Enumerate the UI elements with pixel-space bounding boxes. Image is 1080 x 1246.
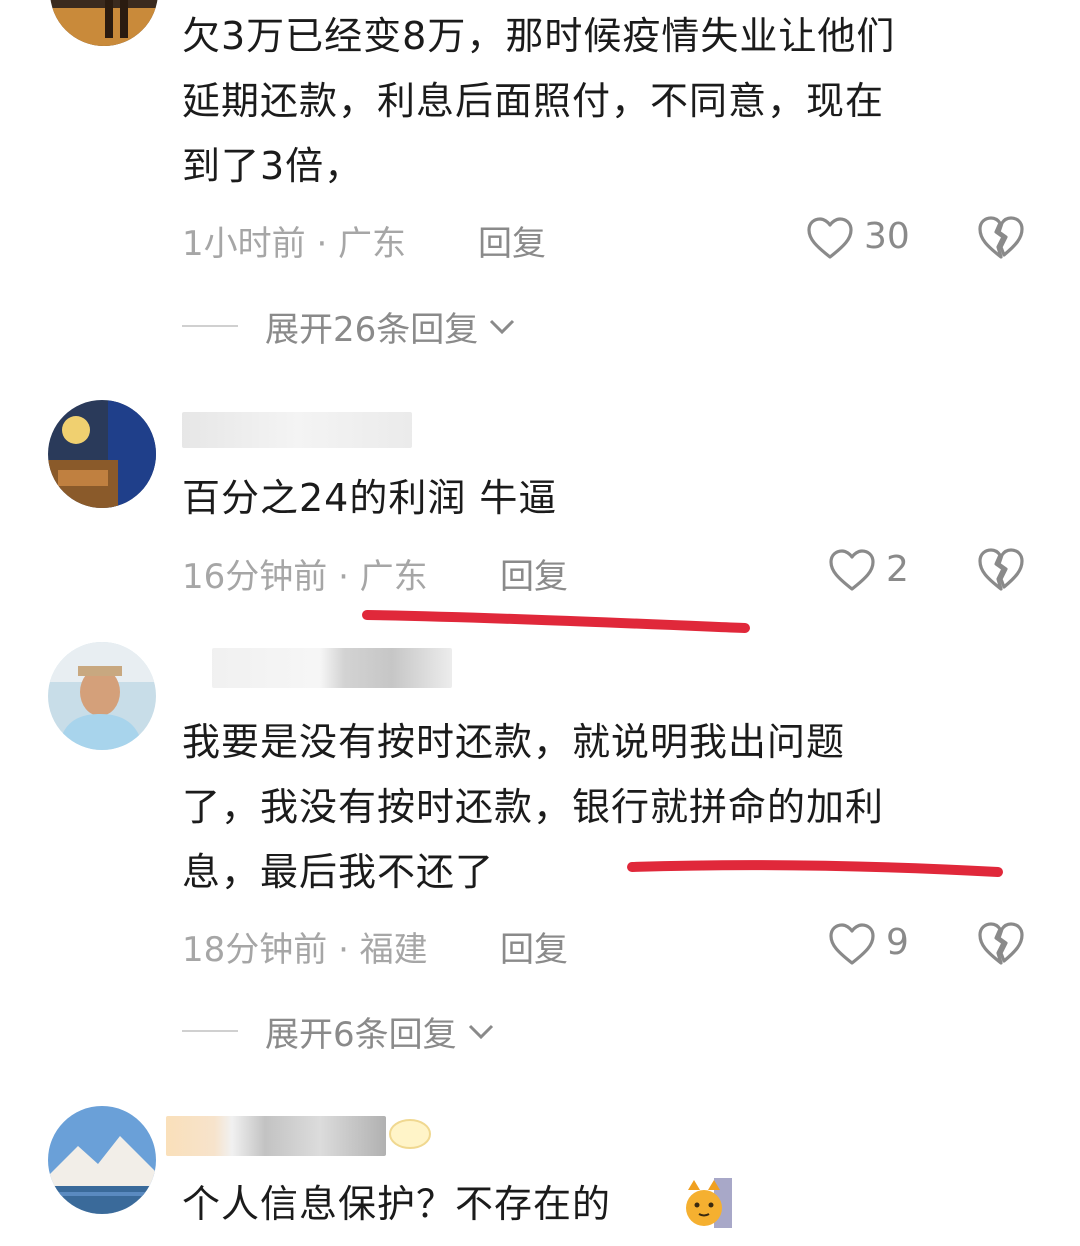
heart-outline-icon[interactable] <box>828 922 876 966</box>
broken-heart-icon[interactable] <box>977 546 1025 592</box>
avatar[interactable] <box>50 0 158 46</box>
username-blurred[interactable] <box>166 1116 386 1156</box>
red-underline-mark <box>627 860 1003 877</box>
red-underline-mark <box>362 610 750 633</box>
like-count: 9 <box>886 922 909 963</box>
username-blurred[interactable] <box>182 412 412 448</box>
comment-meta: 16分钟前 · 广东 <box>182 557 428 597</box>
expand-replies-label: 展开26条回复 <box>265 310 479 350</box>
divider <box>182 325 238 327</box>
comment-meta: 18分钟前 · 福建 <box>182 930 428 970</box>
comment-text: 百分之24的利润 牛逼 <box>182 476 558 520</box>
like-count: 2 <box>886 549 909 590</box>
reply-button[interactable]: 回复 <box>500 549 568 598</box>
chevron-down-icon <box>490 319 515 334</box>
chevron-down-icon <box>468 1024 493 1039</box>
cat-emoji <box>686 1178 732 1228</box>
comment-meta: 1小时前 · 广东 <box>182 224 407 264</box>
avatar[interactable] <box>48 1106 156 1214</box>
username-blurred[interactable] <box>212 648 452 688</box>
expand-replies-button[interactable]: 展开26条回复 <box>265 302 516 351</box>
heart-outline-icon[interactable] <box>806 216 854 260</box>
avatar[interactable] <box>48 400 156 508</box>
heart-outline-icon[interactable] <box>828 548 876 592</box>
divider <box>182 1030 238 1032</box>
comment-text: 个人信息保护？不存在的 <box>182 1182 612 1226</box>
broken-heart-icon[interactable] <box>977 214 1025 260</box>
comment-text: 欠3万已经变8万，那时候疫情失业让他们 延期还款，利息后面照付，不同意，现在 到了3… <box>182 14 896 188</box>
expand-replies-button[interactable]: 展开6条回复 <box>265 1007 495 1056</box>
reply-button[interactable]: 回复 <box>500 922 568 971</box>
expand-replies-label: 展开6条回复 <box>265 1015 457 1055</box>
broken-heart-icon[interactable] <box>977 920 1025 966</box>
avatar[interactable] <box>48 642 156 750</box>
reply-button[interactable]: 回复 <box>478 216 546 265</box>
badge-icon <box>389 1119 431 1149</box>
like-count: 30 <box>864 216 910 257</box>
